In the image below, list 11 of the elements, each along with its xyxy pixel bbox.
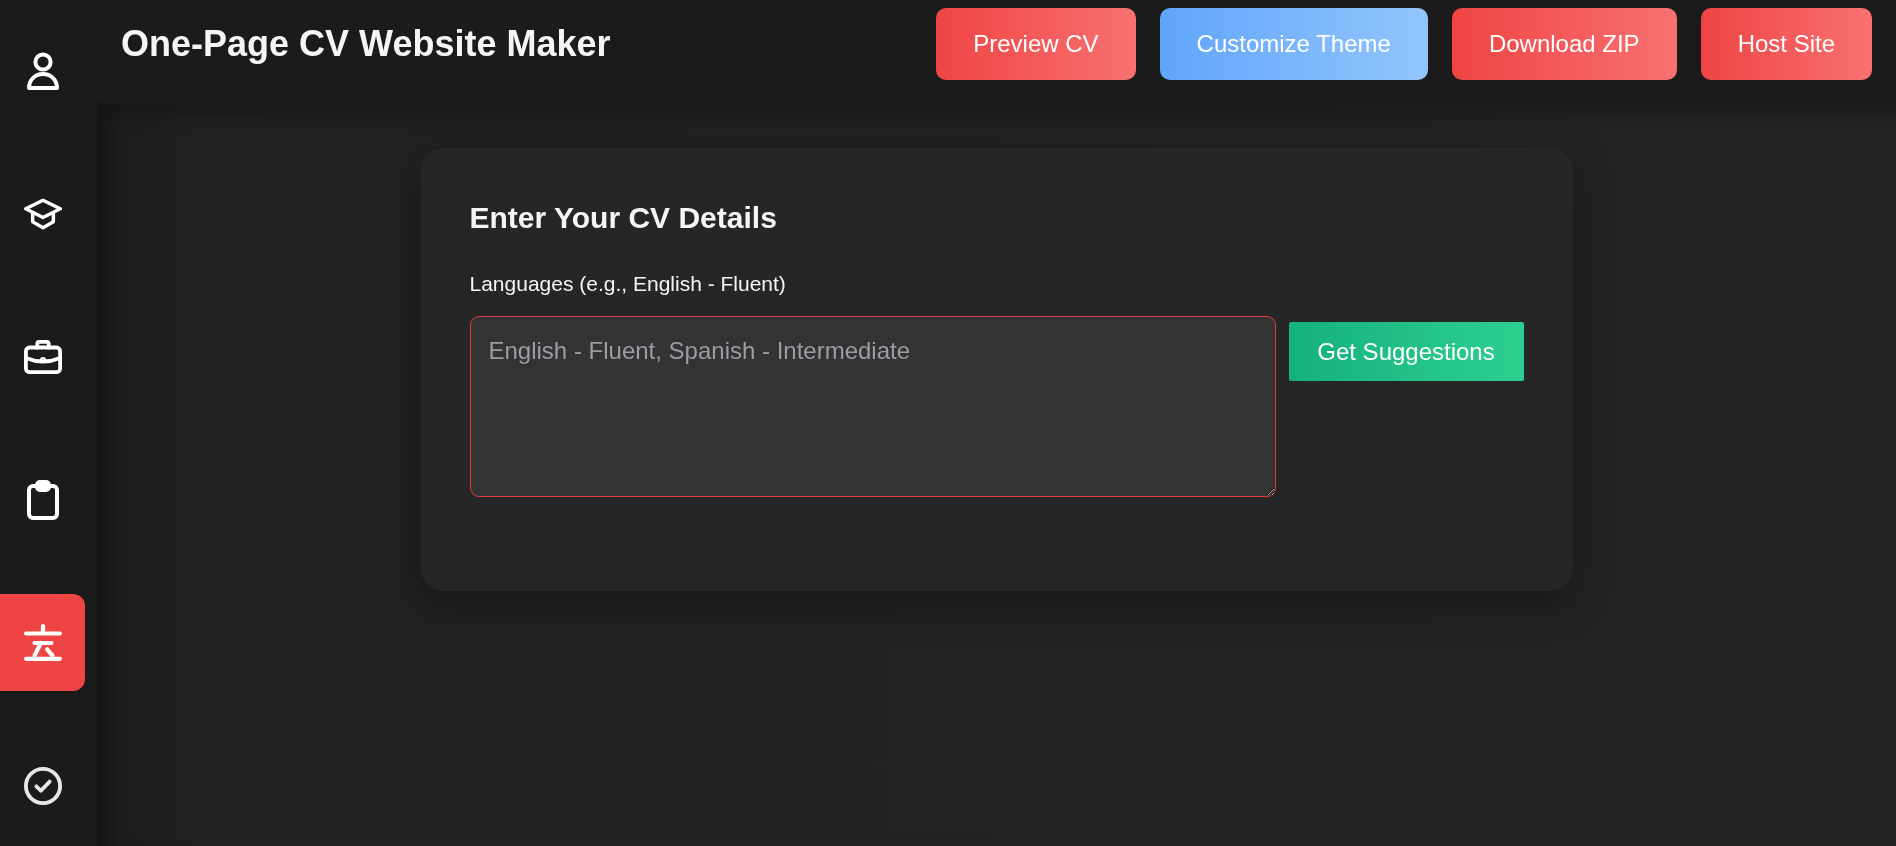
app-title: One-Page CV Website Maker [121, 22, 611, 66]
form-title: Enter Your CV Details [469, 200, 778, 236]
languages-textarea[interactable]: English - Fluent, Spanish - Intermediate [469, 316, 1276, 497]
field-label: Languages (e.g., English - Fluent) [469, 271, 787, 297]
check-circle-icon [23, 765, 62, 806]
header-button[interactable]: Download ZIP [1451, 8, 1677, 80]
get-suggestions-button[interactable]: Get Suggestions [1288, 322, 1524, 381]
header-button[interactable]: Host Site [1700, 8, 1872, 80]
header-button[interactable]: Preview CV [936, 8, 1136, 80]
language-icon [23, 622, 62, 663]
header-button[interactable]: Customize Theme [1159, 8, 1428, 80]
